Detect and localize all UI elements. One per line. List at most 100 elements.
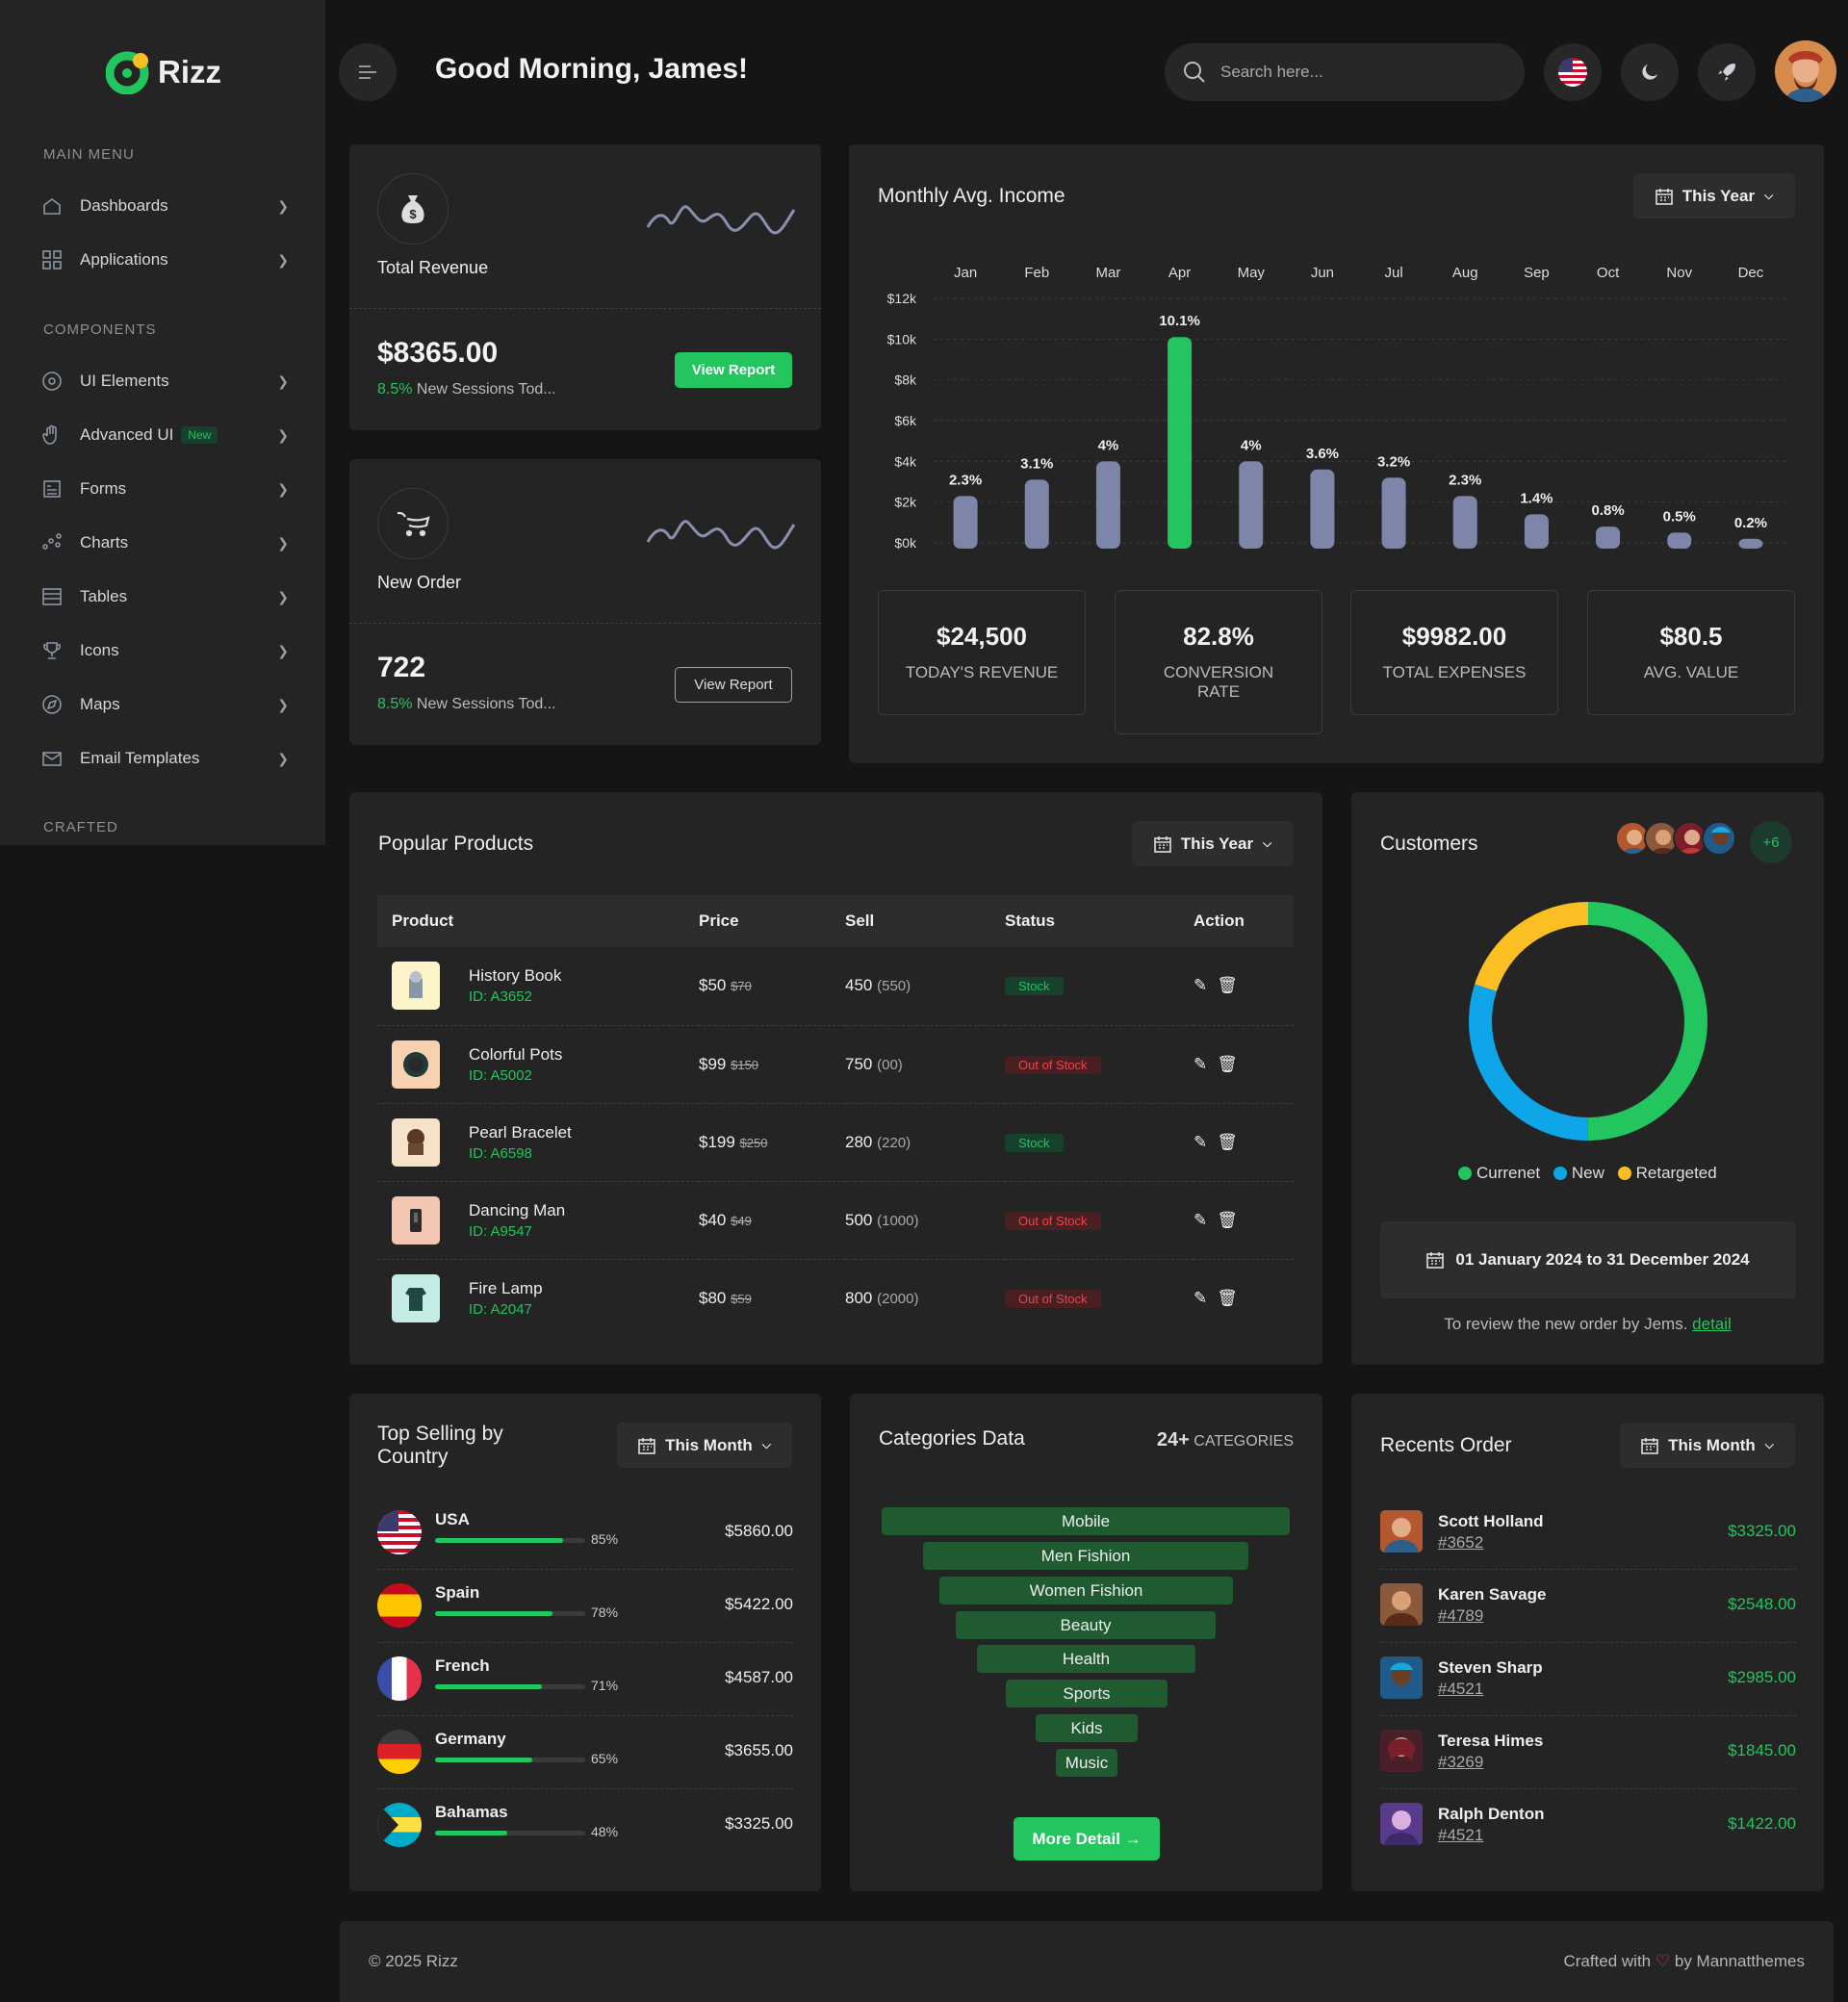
date-range-box: 01 January 2024 to 31 December 2024: [1380, 1221, 1796, 1298]
notifications-button[interactable]: [1698, 43, 1756, 101]
detail-link[interactable]: detail: [1692, 1315, 1732, 1333]
view-report-button[interactable]: View Report: [675, 352, 792, 388]
chevron-right-icon: ❯: [277, 750, 289, 766]
bar-nov: [1667, 532, 1692, 549]
product-thumbnail: [392, 1117, 440, 1167]
bar-sep: [1524, 514, 1549, 549]
progress-bar: [435, 1684, 585, 1689]
col-sell: Sell: [845, 911, 875, 930]
table-header: Product Price Sell Status Action: [377, 895, 1294, 947]
order-customer-name: Ralph Denton: [1438, 1805, 1545, 1823]
data-label: 10.1%: [1159, 313, 1200, 329]
hand-icon: [40, 424, 64, 447]
country-amount: $3325.00: [725, 1814, 793, 1833]
products-period-dropdown[interactable]: This Year ⌵: [1132, 821, 1294, 866]
x-tick-label: Apr: [1168, 265, 1191, 281]
country-row-french: French 71% $4587.00: [377, 1643, 793, 1716]
chevron-down-icon: ⌵: [1263, 836, 1272, 850]
sidebar-item-icons[interactable]: Icons ❯: [40, 631, 289, 670]
table-row: Colorful Pots ID: A5002 $99 $150 750 (00)…: [377, 1025, 1294, 1104]
trash-icon[interactable]: 🗑: [1217, 1055, 1238, 1073]
bar-feb: [1024, 479, 1049, 549]
sidebar-item-maps[interactable]: Maps ❯: [40, 685, 289, 724]
home-icon: [40, 194, 64, 218]
data-label: 4%: [1098, 437, 1119, 453]
card-title: Customers: [1380, 833, 1478, 855]
sidebar-item-email-templates[interactable]: Email Templates ❯: [40, 739, 289, 778]
order-id-link[interactable]: #4521: [1438, 1826, 1483, 1845]
order-id-link[interactable]: #3269: [1438, 1753, 1483, 1772]
calendar-icon: [1153, 835, 1171, 853]
table-row: Pearl Bracelet ID: A6598 $199 $250 280 (2…: [377, 1103, 1294, 1182]
calendar-icon: [1426, 1252, 1445, 1269]
edit-icon[interactable]: ✎: [1194, 976, 1207, 994]
sidebar: Rizz Main Menu Dashboards ❯ Applications…: [0, 0, 325, 845]
sidebar-item-dashboards[interactable]: Dashboards ❯: [40, 187, 289, 225]
footer: © 2025 Rizz Crafted with ♡ by Mannatthem…: [340, 1921, 1834, 2002]
trash-icon[interactable]: 🗑: [1217, 1133, 1238, 1151]
chevron-right-icon: ❯: [277, 534, 289, 551]
data-label: 0.2%: [1734, 515, 1767, 531]
crafted-by: Crafted with ♡ by Mannatthemes: [1563, 1952, 1805, 1970]
search-input[interactable]: Search here...: [1165, 43, 1525, 101]
categories-count: 24+ Categories: [1156, 1429, 1294, 1450]
date-range-text: 01 January 2024 to 31 December 2024: [1455, 1250, 1750, 1269]
sidebar-item-label: Maps: [80, 695, 120, 713]
order-customer-name: Scott Holland: [1438, 1512, 1544, 1530]
product-name[interactable]: History Book: [469, 966, 561, 986]
theme-toggle-button[interactable]: [1621, 43, 1679, 101]
order-id-link[interactable]: #4789: [1438, 1606, 1483, 1626]
income-period-dropdown[interactable]: This Year ⌵: [1633, 173, 1795, 218]
trash-icon[interactable]: 🗑: [1217, 1211, 1238, 1229]
edit-icon[interactable]: ✎: [1194, 1133, 1207, 1151]
trash-icon[interactable]: 🗑: [1217, 976, 1238, 994]
chevron-right-icon: ❯: [277, 588, 289, 604]
sidebar-item-forms[interactable]: Forms ❯: [40, 470, 289, 508]
moon-icon: [1642, 64, 1657, 80]
customer-avatar[interactable]: [1702, 821, 1736, 856]
bar-may: [1239, 461, 1264, 549]
order-id-link[interactable]: #3652: [1438, 1533, 1483, 1553]
language-button[interactable]: [1544, 43, 1602, 101]
product-name[interactable]: Colorful Pots: [469, 1045, 562, 1065]
product-name[interactable]: Dancing Man: [469, 1201, 565, 1220]
order-row: Scott Holland #3652 $3325.00: [1380, 1497, 1796, 1570]
y-tick-label: $8k: [894, 372, 917, 388]
col-price: Price: [699, 911, 739, 930]
edit-icon[interactable]: ✎: [1194, 1055, 1207, 1073]
compass-icon: [40, 693, 64, 716]
country-period-dropdown[interactable]: This Month ⌵: [617, 1423, 792, 1468]
more-detail-button[interactable]: More Detail →: [1014, 1817, 1160, 1861]
sidebar-item-tables[interactable]: Tables ❯: [40, 578, 289, 616]
menu-toggle-button[interactable]: [339, 43, 397, 101]
order-row: Karen Savage #4789 $2548.00: [1380, 1570, 1796, 1643]
sidebar-item-applications[interactable]: Applications ❯: [40, 241, 289, 279]
orders-period-dropdown[interactable]: This Month ⌵: [1620, 1423, 1795, 1468]
usa-flag-icon: [377, 1510, 422, 1554]
product-old-price: $250: [739, 1135, 768, 1150]
stat-todays-revenue: $24,500 Today's Revenue: [878, 590, 1086, 715]
view-report-button[interactable]: View Report: [675, 667, 792, 703]
country-percent: 65%: [591, 1751, 619, 1766]
avatar: [1380, 1583, 1423, 1626]
status-badge: Out of Stock: [1005, 1289, 1101, 1308]
edit-icon[interactable]: ✎: [1194, 1289, 1207, 1307]
user-avatar[interactable]: [1775, 40, 1836, 102]
sidebar-item-advanced-ui[interactable]: Advanced UI New ❯: [40, 416, 289, 454]
avatar: [1380, 1803, 1423, 1845]
product-name[interactable]: Fire Lamp: [469, 1279, 543, 1298]
funnel-item: Men Fishion: [923, 1542, 1248, 1570]
y-tick-label: $6k: [894, 413, 917, 428]
edit-icon[interactable]: ✎: [1194, 1211, 1207, 1229]
sidebar-item-charts[interactable]: Charts ❯: [40, 524, 289, 562]
brand-logo[interactable]: Rizz: [105, 50, 221, 95]
order-id-link[interactable]: #4521: [1438, 1680, 1483, 1699]
product-name[interactable]: Pearl Bracelet: [469, 1123, 572, 1142]
menu-heading-main: Main Menu: [43, 146, 135, 163]
trash-icon[interactable]: 🗑: [1217, 1289, 1238, 1307]
sidebar-item-ui-elements[interactable]: UI Elements ❯: [40, 362, 289, 400]
country-amount: $5860.00: [725, 1522, 793, 1540]
more-customers-badge[interactable]: +6: [1750, 821, 1792, 863]
stat-label: Total Expenses: [1382, 663, 1527, 681]
product-sell-total: (1000): [877, 1212, 919, 1229]
